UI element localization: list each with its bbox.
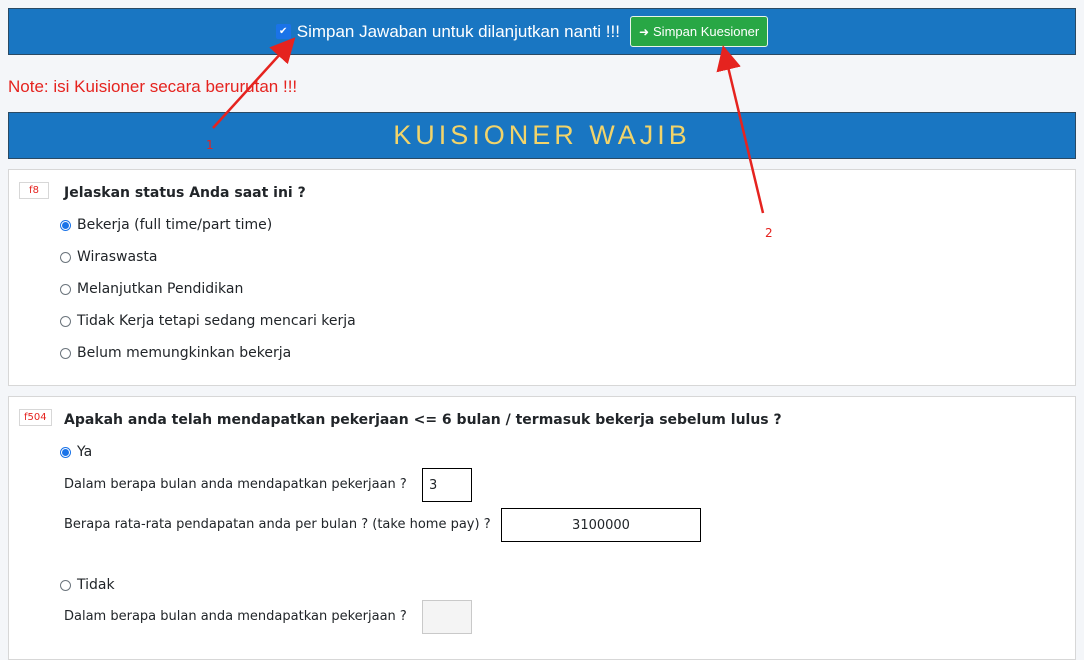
order-note: Note: isi Kuisioner secara berurutan !!! [8, 77, 298, 96]
radio-button[interactable] [60, 579, 71, 591]
option-melanjutkan-pendidikan[interactable]: Melanjutkan Pendidikan [60, 281, 243, 297]
save-answers-checkbox[interactable]: ✔ [275, 24, 291, 39]
question-title: Jelaskan status Anda saat ini ? [64, 185, 306, 201]
option-tidak[interactable]: Tidak [60, 577, 115, 593]
option-label: Tidak Kerja tetapi sedang mencari kerja [77, 313, 356, 329]
question-code: f504 [19, 409, 52, 426]
option-label: Belum memungkinkan bekerja [77, 345, 292, 361]
radio-button[interactable] [60, 251, 71, 263]
income-label: Berapa rata-rata pendapatan anda per bul… [64, 517, 491, 532]
option-ya[interactable]: Ya [60, 444, 92, 460]
save-answers-label: Simpan Jawaban untuk dilanjutkan nanti !… [296, 21, 620, 41]
option-label: Ya [77, 444, 93, 460]
option-wiraswasta[interactable]: Wiraswasta [60, 249, 157, 265]
no-months-label: Dalam berapa bulan anda mendapatkan peke… [64, 609, 407, 624]
radio-button[interactable] [60, 446, 71, 458]
question-code: f8 [19, 182, 49, 199]
option-tidak-kerja[interactable]: Tidak Kerja tetapi sedang mencari kerja [60, 313, 356, 329]
income-input[interactable]: 3100000 [501, 508, 701, 542]
radio-button[interactable] [60, 315, 71, 327]
option-label: Melanjutkan Pendidikan [77, 281, 244, 297]
months-input[interactable]: 3 [422, 468, 472, 502]
question-card-f8: f8 Jelaskan status Anda saat ini ? Beker… [8, 169, 1076, 386]
radio-button[interactable] [60, 347, 71, 359]
option-belum-memungkinkan[interactable]: Belum memungkinkan bekerja [60, 345, 291, 361]
section-banner: KUISIONER WAJIB [8, 112, 1076, 159]
annotation-label-2: 2 [765, 226, 773, 240]
question-title: Apakah anda telah mendapatkan pekerjaan … [64, 412, 782, 428]
save-toolbar: ✔ Simpan Jawaban untuk dilanjutkan nanti… [8, 8, 1076, 55]
annotation-label-1: 1 [206, 138, 214, 152]
sign-out-icon: ➜ [638, 24, 650, 39]
banner-title: KUISIONER WAJIB [393, 120, 691, 150]
months-label: Dalam berapa bulan anda mendapatkan peke… [64, 477, 407, 492]
option-label: Tidak [77, 577, 115, 593]
radio-button[interactable] [60, 219, 71, 231]
save-questionnaire-button[interactable]: ➜ Simpan Kuesioner [629, 16, 769, 47]
save-questionnaire-label: Simpan Kuesioner [653, 24, 760, 39]
radio-button[interactable] [60, 283, 71, 295]
question-card-f504: f504 Apakah anda telah mendapatkan peker… [8, 396, 1076, 660]
option-label: Bekerja (full time/part time) [77, 217, 273, 233]
option-bekerja[interactable]: Bekerja (full time/part time) [60, 217, 272, 233]
no-months-input[interactable] [422, 600, 472, 634]
save-answers-checkbox-row[interactable]: ✔ Simpan Jawaban untuk dilanjutkan nanti… [275, 21, 620, 42]
option-label: Wiraswasta [77, 249, 158, 265]
